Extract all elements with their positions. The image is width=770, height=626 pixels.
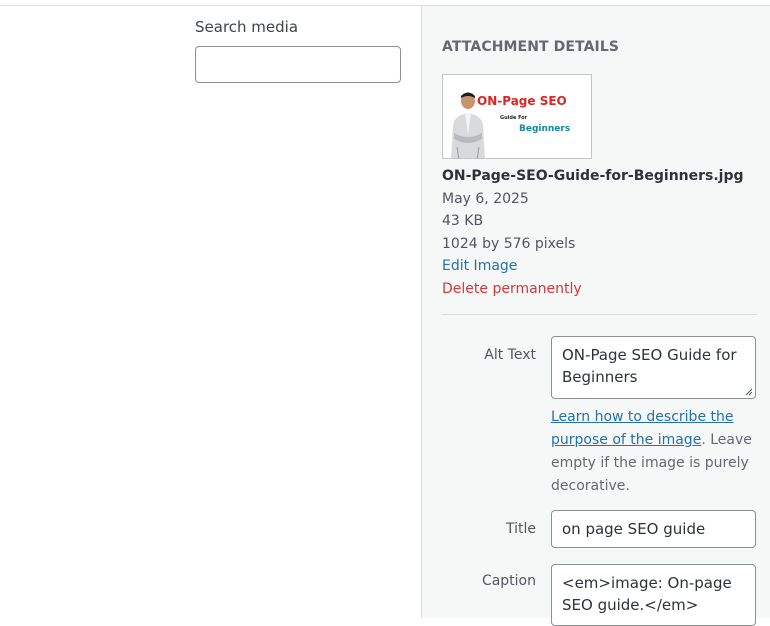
resize-handle-icon[interactable] xyxy=(745,388,753,396)
attachment-details-sidebar: Attachment Details ON-Page SEO Guide For… xyxy=(421,6,770,626)
thumbnail-title-text: ON-Page SEO xyxy=(477,94,567,108)
alt-text-value: ON-Page SEO Guide for Beginners xyxy=(562,346,737,386)
media-library-pane: Search media xyxy=(0,6,421,618)
details-divider xyxy=(442,314,757,315)
alt-text-label: Alt Text xyxy=(484,347,536,363)
search-media-label: Search media xyxy=(195,18,299,36)
search-media-input[interactable] xyxy=(195,46,401,83)
caption-label: Caption xyxy=(481,573,536,589)
title-value: on page SEO guide xyxy=(562,520,706,538)
alt-text-textarea[interactable]: ON-Page SEO Guide for Beginners xyxy=(551,336,756,399)
caption-textarea[interactable]: <em>image: On-page SEO guide.</em> xyxy=(551,564,756,626)
attachment-upload-date: May 6, 2025 xyxy=(442,191,529,207)
alt-text-help: Learn how to describe the purpose of the… xyxy=(551,406,756,498)
thumbnail-subtitle-text: Guide For xyxy=(500,115,528,121)
thumbnail-highlight-text: Beginners xyxy=(519,124,571,134)
delete-permanently-link[interactable]: Delete permanently xyxy=(442,281,582,297)
attachment-dimensions: 1024 by 576 pixels xyxy=(442,236,576,252)
attachment-thumbnail[interactable]: ON-Page SEO Guide For Beginners xyxy=(442,74,592,159)
edit-image-link[interactable]: Edit Image xyxy=(442,258,517,274)
title-input[interactable]: on page SEO guide xyxy=(551,510,756,548)
person-illustration xyxy=(451,92,485,158)
title-label: Title xyxy=(505,521,536,537)
attachment-file-size: 43 KB xyxy=(442,213,484,229)
caption-value: <em>image: On-page SEO guide.</em> xyxy=(562,574,732,614)
attachment-filename: ON-Page-SEO-Guide-for-Beginners.jpg xyxy=(442,168,744,184)
attachment-details-heading: Attachment Details xyxy=(442,39,620,55)
